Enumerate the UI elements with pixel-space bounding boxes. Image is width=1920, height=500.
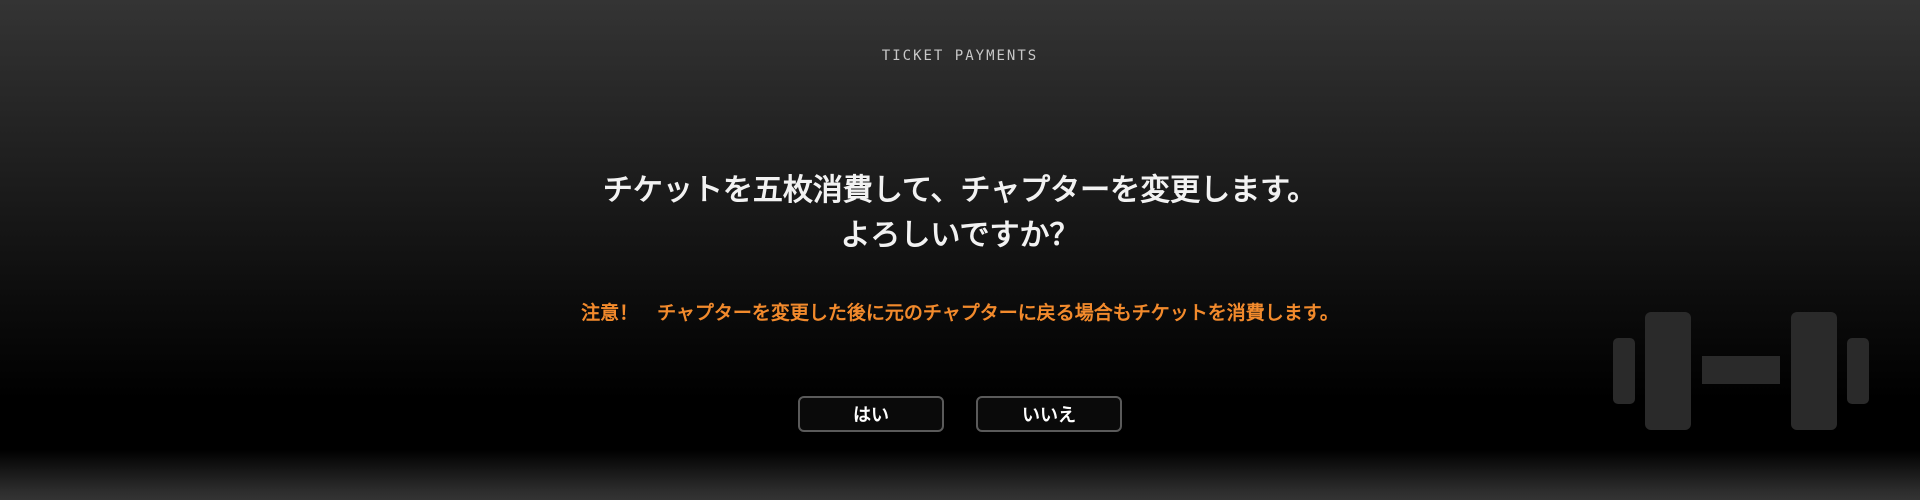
- dumbbell-icon: [1613, 312, 1869, 430]
- page-title: TICKET PAYMENTS: [881, 48, 1039, 64]
- confirmation-message: チケットを五枚消費して、チャプターを変更します。 よろしいですか？: [0, 168, 1920, 258]
- cancel-button[interactable]: いいえ: [976, 396, 1122, 432]
- message-line-1: チケットを五枚消費して、チャプターを変更します。: [602, 173, 1318, 208]
- confirm-button[interactable]: はい: [798, 396, 944, 432]
- ticket-payment-dialog: TICKET PAYMENTS チケットを五枚消費して、チャプターを変更します。…: [0, 0, 1920, 500]
- message-line-2: よろしいですか？: [840, 218, 1080, 253]
